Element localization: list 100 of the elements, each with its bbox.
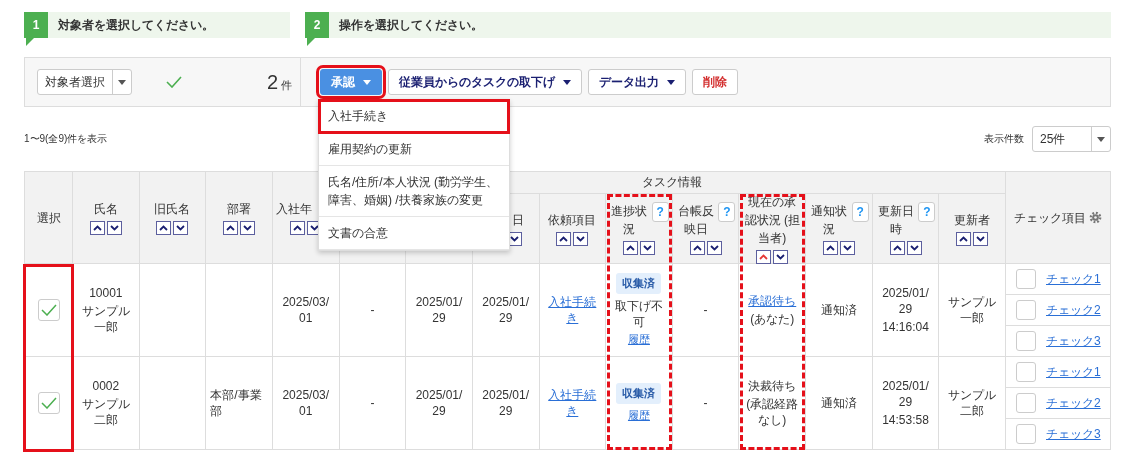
check-item-link[interactable]: チェック1 — [1046, 363, 1101, 381]
cell-text: - — [370, 301, 375, 319]
assignee-text: (あなた) — [750, 311, 795, 328]
sort-ascending-button[interactable] — [223, 221, 239, 235]
help-button[interactable]: ? — [918, 202, 936, 222]
time-text: 14:16:04 — [882, 319, 929, 336]
employee-id: 0002 — [92, 377, 120, 394]
sort-ascending-button[interactable] — [156, 221, 172, 235]
status-link[interactable]: 承認待ち — [748, 292, 797, 309]
check-item-link[interactable]: チェック3 — [1046, 332, 1101, 350]
chevron-up-icon — [892, 245, 902, 251]
chevron-down-icon — [243, 225, 253, 231]
sort-descending-button[interactable] — [906, 241, 922, 255]
column-header: 進捗状況 — [609, 203, 648, 238]
page-size-select[interactable]: 25件 — [1032, 126, 1111, 152]
date-text: 2025/03/01 — [281, 386, 331, 420]
checkbox[interactable] — [1016, 362, 1036, 382]
sort-ascending-button[interactable] — [822, 241, 838, 255]
help-button[interactable]: ? — [651, 202, 669, 222]
history-link[interactable]: 履歴 — [627, 332, 650, 348]
chevron-down-icon — [776, 254, 786, 260]
sort-ascending-button[interactable] — [556, 232, 572, 246]
request-link[interactable]: 入社手続き — [545, 386, 600, 420]
checkbox[interactable] — [1016, 269, 1036, 289]
status-badge: 収集済 — [616, 272, 662, 294]
sort-ascending-button[interactable] — [889, 241, 905, 255]
chevron-up-icon — [226, 225, 236, 231]
menu-item[interactable]: 文書の合意 — [319, 217, 509, 250]
chevron-up-icon — [159, 225, 169, 231]
sort-ascending-button[interactable] — [956, 232, 972, 246]
date-text: 2025/01/29 — [881, 284, 930, 318]
chevron-up-icon — [759, 254, 769, 260]
chevron-up-icon — [559, 236, 569, 242]
chevron-down-icon — [509, 236, 519, 242]
check-item-link[interactable]: チェック2 — [1046, 394, 1101, 412]
menu-item[interactable]: 入社手続き — [319, 100, 509, 133]
date-text: 2025/01/29 — [881, 377, 930, 411]
column-header: 選択 — [36, 209, 61, 227]
sort-ascending-button[interactable] — [622, 241, 638, 255]
history-link[interactable]: 履歴 — [627, 408, 650, 423]
cell-text: - — [370, 394, 375, 412]
column-header: 通知状況 — [809, 203, 848, 238]
sort-descending-button[interactable] — [973, 232, 989, 246]
sort-ascending-button[interactable] — [89, 221, 105, 235]
help-button[interactable]: ? — [718, 202, 736, 222]
action-button[interactable]: 従業員からのタスクの取下げ — [388, 69, 582, 95]
cell-text: 本部/事業部 — [210, 386, 263, 420]
employee-name: サンプル二郎 — [80, 395, 131, 429]
sort-ascending-button[interactable] — [689, 241, 705, 255]
row-checkbox[interactable] — [37, 392, 60, 414]
sort-descending-button[interactable] — [639, 241, 655, 255]
checkbox[interactable] — [1016, 300, 1036, 320]
chevron-down-icon — [842, 245, 852, 251]
employee-name: サンプル一郎 — [80, 302, 131, 336]
step-number: 1 — [24, 12, 48, 46]
sort-descending-button[interactable] — [773, 250, 789, 264]
count-unit: 件 — [281, 77, 292, 93]
cell-text: 通知済 — [820, 394, 857, 412]
action-button[interactable]: データ出力 — [588, 69, 686, 95]
checkbox[interactable] — [1016, 393, 1036, 413]
check-item-link[interactable]: チェック1 — [1046, 270, 1101, 288]
date-text: 2025/03/01 — [281, 293, 331, 327]
step-label: 操作を選択してください。 — [339, 17, 483, 34]
sort-descending-button[interactable] — [240, 221, 256, 235]
date-text: 2025/01/29 — [414, 293, 464, 327]
sort-descending-button[interactable] — [839, 241, 855, 255]
sort-descending-button[interactable] — [706, 241, 722, 255]
checkbox[interactable] — [1016, 424, 1036, 444]
cell-text: - — [703, 301, 708, 319]
column-header: 氏名 — [93, 201, 118, 218]
chevron-up-icon — [825, 245, 835, 251]
result-summary: 1〜9(全9)件を表示 — [24, 132, 108, 146]
settings-icon[interactable] — [1089, 211, 1102, 224]
chevron-down-icon — [642, 245, 652, 251]
sort-descending-button[interactable] — [173, 221, 189, 235]
step-number: 2 — [305, 12, 329, 46]
cell-text: 通知済 — [820, 301, 857, 319]
sort-descending-button[interactable] — [106, 221, 122, 235]
check-item-link[interactable]: チェック2 — [1046, 301, 1101, 319]
request-link[interactable]: 入社手続き — [545, 293, 600, 327]
date-text: 2025/01/29 — [481, 293, 531, 327]
menu-item[interactable]: 雇用契約の更新 — [319, 133, 509, 166]
caret-icon — [118, 79, 126, 85]
chevron-down-icon — [109, 225, 119, 231]
chevron-up-icon — [625, 245, 635, 251]
check-item-link[interactable]: チェック3 — [1046, 425, 1101, 443]
column-header: 更新者 — [954, 212, 991, 229]
target-select[interactable]: 対象者選択 — [37, 69, 132, 95]
time-text: 14:53:58 — [882, 412, 929, 429]
sort-ascending-button[interactable] — [289, 221, 305, 235]
sort-descending-button[interactable] — [573, 232, 589, 246]
action-button[interactable]: 削除 — [692, 69, 738, 95]
help-button[interactable]: ? — [851, 202, 869, 222]
column-header: 旧氏名 — [154, 201, 191, 218]
column-header: 日 — [511, 212, 524, 229]
row-checkbox[interactable] — [37, 299, 60, 321]
menu-item[interactable]: 氏名/住所/本人状況 (勤労学生、障害、婚姻) /扶養家族の変更 — [319, 166, 509, 217]
checkbox[interactable] — [1016, 331, 1036, 351]
employee-id: 10001 — [89, 284, 123, 301]
date-text: 2025/01/29 — [414, 386, 464, 420]
